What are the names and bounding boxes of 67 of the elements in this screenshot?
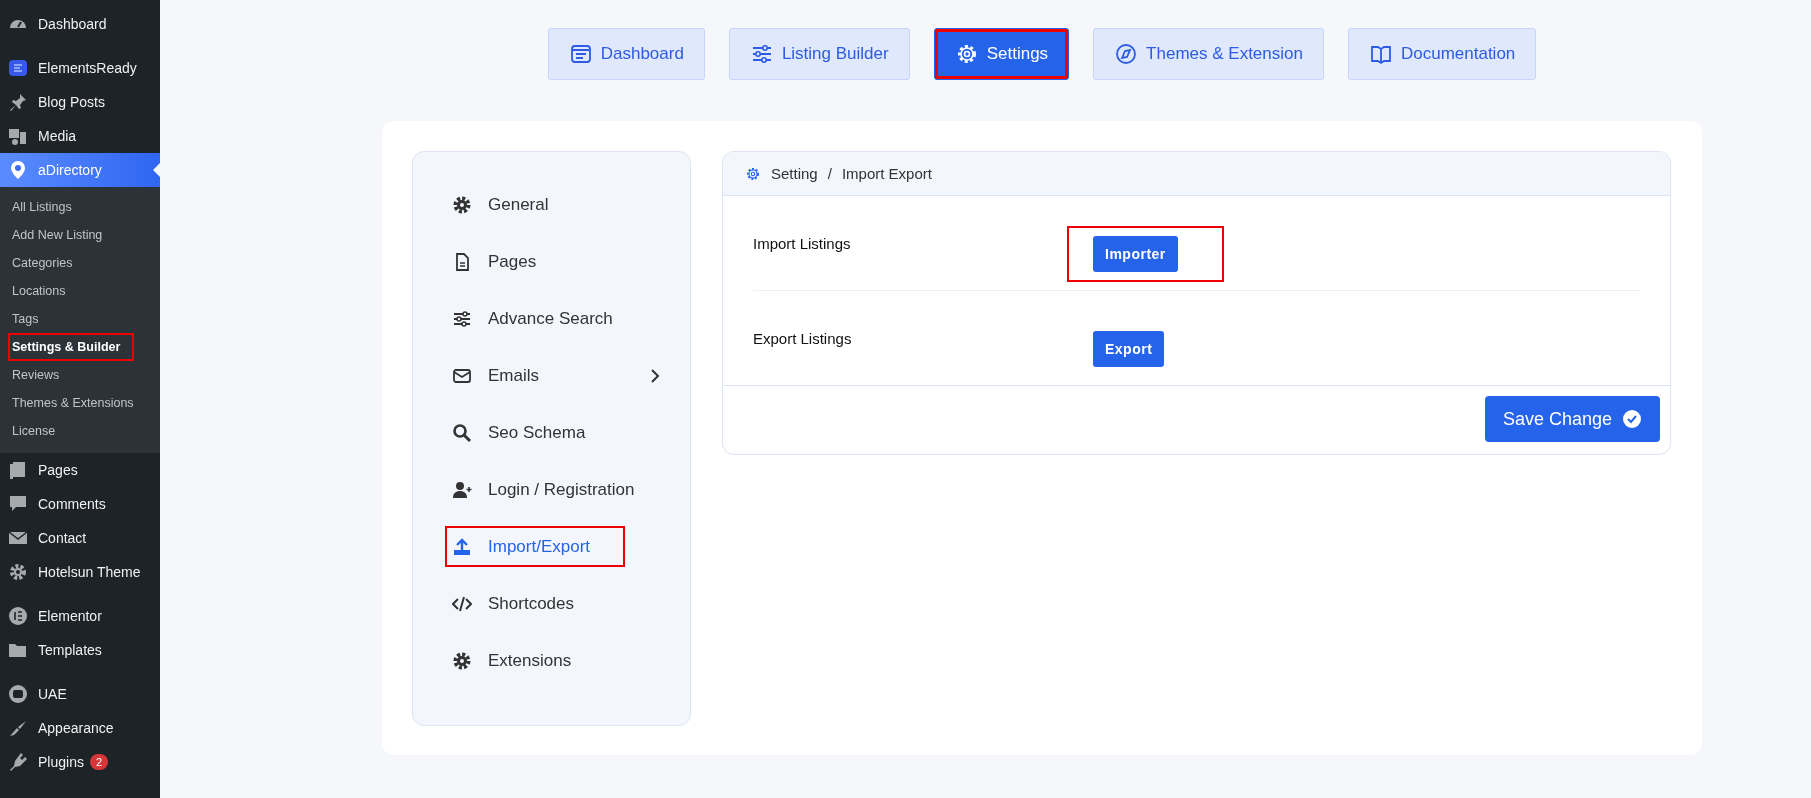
- gear-icon: [8, 562, 28, 582]
- submenu-item[interactable]: License: [0, 417, 62, 445]
- settings-menu-item[interactable]: Login / Registration: [437, 461, 666, 518]
- submenu-item[interactable]: All Listings: [0, 193, 78, 221]
- admin-menu-item[interactable]: aDirectory: [0, 153, 160, 187]
- submenu-item[interactable]: Reviews: [0, 361, 66, 389]
- tab[interactable]: Listing Builder: [728, 28, 910, 80]
- admin-menu-item[interactable]: Elementor: [0, 599, 160, 633]
- settings-menu-item[interactable]: Pages: [437, 233, 666, 290]
- admin-menu-item[interactable]: Appearance: [0, 711, 160, 745]
- row-label: Import Listings: [753, 234, 852, 252]
- submenu-item[interactable]: Add New Listing: [0, 221, 109, 249]
- admin-menu-item[interactable]: Pages: [0, 453, 160, 487]
- submenu-item[interactable]: Locations: [0, 277, 72, 305]
- location-icon: [8, 160, 28, 180]
- gear-icon: [452, 650, 472, 671]
- admin-menu-item[interactable]: Hotelsun Theme: [0, 555, 160, 589]
- compass-icon: [1114, 42, 1139, 66]
- admin-menu-item[interactable]: ElementsReady: [0, 51, 160, 85]
- plug-icon: [8, 752, 28, 772]
- tab[interactable]: Dashboard: [547, 28, 705, 80]
- admin-menu-item[interactable]: Plugins 2: [0, 745, 160, 779]
- pages-icon: [8, 460, 28, 480]
- settings-menu-item[interactable]: Seo Schema: [437, 404, 666, 461]
- breadcrumb-item: Import Export: [841, 165, 932, 182]
- app-icon: [8, 58, 28, 78]
- save-button[interactable]: Save Change: [1484, 396, 1660, 442]
- submenu-item[interactable]: Tags: [0, 305, 45, 333]
- submenu-item[interactable]: Categories: [0, 249, 79, 277]
- user-add-icon: [452, 479, 472, 500]
- media-icon: [8, 126, 28, 146]
- submenu-item[interactable]: Settings & Builder: [8, 333, 135, 361]
- admin-menu-item[interactable]: Templates: [0, 633, 160, 667]
- tab[interactable]: Documentation: [1347, 28, 1537, 80]
- settings-menu-item[interactable]: Shortcodes: [437, 575, 666, 632]
- settings-menu-item[interactable]: Extensions: [437, 632, 666, 689]
- circle-logo-icon: [8, 606, 28, 626]
- admin-menu-item[interactable]: Dashboard: [0, 7, 160, 41]
- row-label: Export Listings: [753, 329, 853, 347]
- check-circle-icon: [1622, 409, 1642, 429]
- brush-icon: [8, 718, 28, 738]
- submenu-item[interactable]: Themes & Extensions: [0, 389, 140, 417]
- tab[interactable]: Themes & Extension: [1093, 28, 1324, 80]
- gear-icon: [745, 165, 761, 182]
- action-button[interactable]: Importer: [1093, 236, 1178, 272]
- circle-logo-icon: [8, 684, 28, 704]
- admin-menu-item[interactable]: Media: [0, 119, 160, 153]
- settings-menu-item[interactable]: Import/Export: [437, 518, 633, 575]
- settings-menu-item[interactable]: Advance Search: [437, 290, 666, 347]
- settings-menu-item[interactable]: General: [437, 176, 666, 233]
- admin-menu-item[interactable]: Blog Posts: [0, 85, 160, 119]
- breadcrumb-item: Setting: [771, 165, 818, 182]
- action-button[interactable]: Export: [1093, 331, 1165, 367]
- admin-menu-item[interactable]: UAE: [0, 677, 160, 711]
- admin-menu-item[interactable]: Comments: [0, 487, 160, 521]
- search-icon: [452, 422, 472, 443]
- tab[interactable]: Settings: [933, 28, 1070, 80]
- pin-icon: [8, 92, 28, 112]
- sliders-icon: [452, 308, 472, 329]
- speech-bubble-icon: [8, 494, 28, 514]
- breadcrumb-separator: /: [827, 165, 832, 182]
- gear-icon: [452, 194, 472, 215]
- settings-menu-item[interactable]: Emails: [437, 347, 666, 404]
- count-badge: 2: [89, 754, 109, 770]
- browser-window-icon: [568, 42, 593, 66]
- upload-icon: [452, 536, 472, 557]
- admin-menu-item[interactable]: Contact: [0, 521, 160, 555]
